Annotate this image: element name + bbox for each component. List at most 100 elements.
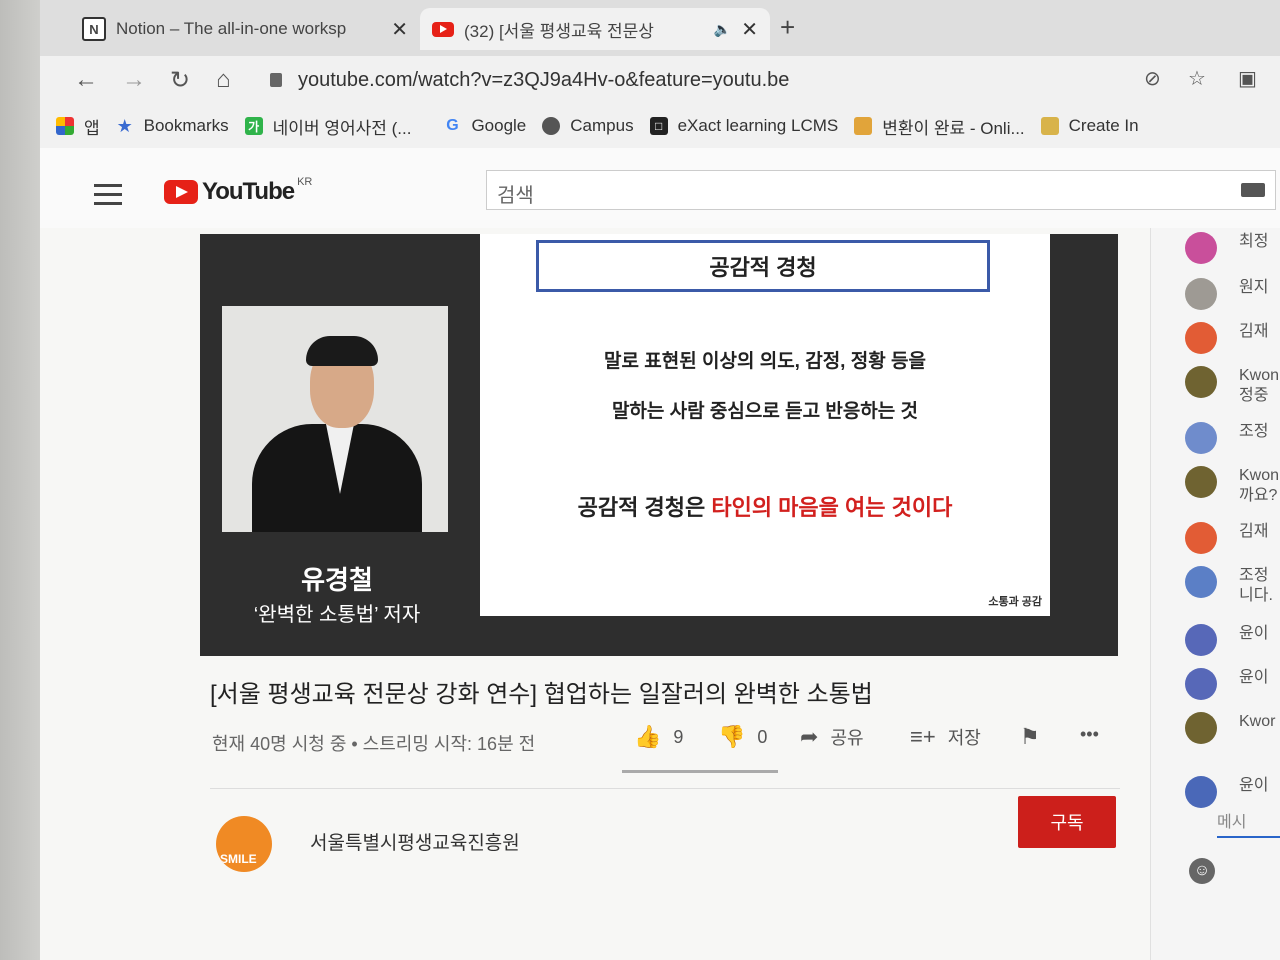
new-tab-button[interactable]: + (780, 12, 795, 43)
bookmark-naver[interactable]: 가 네이버 영어사전 (... (244, 114, 412, 139)
avatar (1185, 278, 1217, 310)
lock-icon (270, 73, 282, 87)
chat-text: 윤이 (1239, 777, 1269, 794)
bookmark-label: eXact learning LCMS (677, 116, 839, 135)
like-ratio-bar (622, 770, 778, 773)
chat-text: 조정 (1239, 423, 1269, 440)
chat-text: Kwor (1239, 713, 1276, 730)
chat-text: 김재 (1239, 523, 1269, 540)
slide-logo: 소통과 공감 (988, 596, 1042, 608)
search-input[interactable]: 검색 (486, 170, 1276, 210)
region-code: KR (297, 176, 313, 188)
tab-strip: N Notion – The all-in-one worksp ✕ (32) … (40, 0, 1280, 56)
playlist-add-icon: ≡+ (910, 724, 936, 749)
bookmark-bookmarks[interactable]: ★ Bookmarks (116, 116, 229, 136)
chat-text: Kwon 까요? (1239, 467, 1280, 504)
bookmark-label: Bookmarks (143, 116, 229, 135)
save-button[interactable]: ≡+ 저장 (910, 724, 981, 750)
flag-icon: ⚑ (1020, 724, 1040, 749)
report-button[interactable]: ⚑ (1020, 724, 1052, 750)
more-button[interactable]: ••• (1080, 724, 1099, 745)
home-icon[interactable]: ⌂ (216, 66, 231, 94)
avatar (1185, 232, 1217, 264)
reload-icon[interactable]: ↻ (170, 66, 190, 95)
like-count: 9 (673, 726, 684, 747)
share-label: 공유 (830, 728, 864, 748)
close-icon[interactable]: ✕ (741, 17, 758, 42)
logo-text: YouTube (202, 178, 295, 205)
chat-message: Kwor (1185, 712, 1275, 744)
divider (210, 788, 1120, 789)
dislike-button[interactable]: 👎 0 (718, 724, 767, 750)
share-button[interactable]: ➦ 공유 (800, 724, 864, 750)
like-button[interactable]: 👍 9 (634, 724, 683, 750)
chat-message: 조정 (1185, 422, 1268, 454)
camera-icon (854, 117, 873, 135)
back-icon[interactable]: ← (74, 66, 98, 94)
keyboard-icon[interactable] (1241, 183, 1265, 197)
youtube-icon (432, 21, 454, 37)
speaker-name: 유경철 (301, 565, 373, 595)
monitor-bezel (0, 0, 40, 960)
bookmarks-bar: 앱 ★ Bookmarks 가 네이버 영어사전 (... G Google C… (40, 104, 1280, 149)
bookmark-campus[interactable]: Campus (542, 116, 634, 136)
avatar (1185, 624, 1217, 656)
chat-message: 최정 (1185, 232, 1268, 264)
google-icon: G (446, 117, 459, 134)
chat-text: 윤이 (1239, 669, 1269, 686)
channel-name[interactable]: 서울특별시평생교육진흥원 (310, 828, 520, 855)
speaker-icon[interactable]: 🔈 (714, 21, 731, 38)
chat-text: 김재 (1239, 323, 1269, 340)
slide-line-1: 말로 표현된 이상의 의도, 감정, 정황 등을 (604, 351, 926, 372)
video-title: [서울 평생교육 전문상 강화 연수] 협업하는 일잘러의 완벽한 소통법 (210, 681, 873, 708)
chat-message: 원지 (1185, 278, 1268, 310)
address-bar[interactable]: youtube.com/watch?v=z3QJ9a4Hv-o&feature=… (270, 62, 1250, 98)
bookmark-exact[interactable]: □ eXact learning LCMS (649, 116, 839, 136)
dislike-count: 0 (757, 726, 768, 747)
menu-icon[interactable] (94, 184, 122, 211)
tab-youtube[interactable]: (32) [서울 평생교육 전문상 🔈 ✕ (420, 8, 770, 50)
youtube-header: YouTube KR 검색 (40, 148, 1280, 228)
youtube-logo[interactable]: YouTube KR (164, 176, 313, 206)
avatar (1185, 366, 1217, 398)
thumbs-up-icon: 👍 (634, 724, 662, 749)
live-chat: 최정 원지 김재 Kwon 정중 조정 Kwon 까요? 김재 조정 니다. 윤… (1150, 228, 1280, 960)
star-icon: ★ (116, 115, 133, 136)
chat-text: 조정 니다. (1239, 567, 1273, 604)
bookmark-label: Create In (1068, 116, 1139, 135)
channel-avatar[interactable]: SMILE (216, 816, 272, 872)
address-text: youtube.com/watch?v=z3QJ9a4Hv-o&feature=… (298, 68, 790, 91)
video-meta: 현재 40명 시청 중 • 스트리밍 시작: 16분 전 (212, 734, 536, 754)
chat-input[interactable]: 메시 (1217, 808, 1280, 838)
chat-message: 윤이 (1185, 668, 1268, 700)
avatar (1185, 776, 1217, 808)
forward-icon[interactable]: → (122, 66, 146, 94)
eye-off-icon[interactable]: ⊘ (1144, 66, 1161, 91)
close-icon[interactable]: ✕ (391, 17, 408, 42)
tab-notion[interactable]: N Notion – The all-in-one worksp ✕ (70, 8, 420, 50)
bookmark-label: 네이버 영어사전 (... (272, 118, 412, 138)
speaker-subtitle: ‘완벽한 소통법’ 저자 (253, 604, 421, 626)
avatar (1185, 566, 1217, 598)
save-label: 저장 (947, 728, 981, 748)
share-icon: ➦ (800, 724, 819, 749)
emoji-icon[interactable]: ☺ (1189, 858, 1215, 884)
bookmark-convert[interactable]: 변환이 완료 - Onli... (854, 114, 1025, 139)
chat-text: 최정 (1239, 233, 1269, 250)
chat-message: 조정 니다. (1185, 566, 1273, 606)
bookmark-apps[interactable]: 앱 (56, 114, 100, 139)
video-player[interactable]: 유경철 ‘완벽한 소통법’ 저자 공감적 경청 말로 표현된 이상의 의도, 감… (200, 234, 1118, 656)
bookmark-label: Google (471, 116, 527, 135)
subscribe-button[interactable]: 구독 (1018, 796, 1116, 848)
star-icon[interactable]: ☆ (1188, 66, 1206, 91)
bookmark-google[interactable]: G Google (443, 116, 526, 136)
bookmark-create[interactable]: Create In (1040, 116, 1139, 136)
slide-line-2: 말하는 사람 중심으로 듣고 반응하는 것 (611, 401, 919, 422)
extension-icon[interactable]: ▣ (1238, 66, 1257, 91)
avatar (1185, 522, 1217, 554)
chat-text: 윤이 (1239, 625, 1269, 642)
bookmark-label: Campus (570, 116, 634, 135)
chat-message: 윤이 (1185, 776, 1268, 808)
chat-message: 김재 (1185, 522, 1268, 554)
tab-title: Notion – The all-in-one worksp (116, 19, 347, 38)
